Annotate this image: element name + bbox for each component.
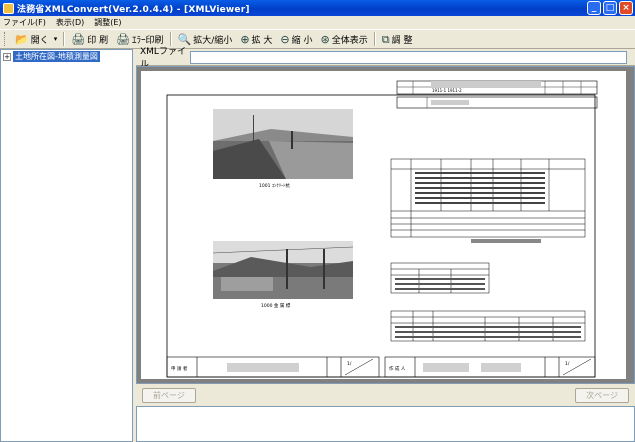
right-footer-label: 作 成 人 <box>389 365 406 372</box>
title-bar: 法務省XMLConvert(Ver.2.0.4.4) - [XMLViewer]… <box>0 0 635 16</box>
zoom-in-label: 拡 大 <box>251 35 273 46</box>
photo-2-caption: 1000 金 属 標 <box>261 302 291 309</box>
left-footer-label: 申 請 者 <box>171 365 188 372</box>
photo-1-caption: 1001 ｺﾝｸﾘｰﾄ杭 <box>259 182 290 189</box>
toolbar-grip[interactable] <box>4 32 7 46</box>
toolbar-separator <box>63 32 66 46</box>
table-note <box>471 239 541 243</box>
blurred-text <box>431 100 469 105</box>
maximize-button[interactable]: □ <box>603 1 617 15</box>
menu-file[interactable]: ファイル(F) <box>3 17 46 28</box>
full-view-label: 全体表示 <box>331 35 368 46</box>
window-title: 法務省XMLConvert(Ver.2.0.4.4) - [XMLViewer] <box>17 4 250 15</box>
page-nav-bar: 前ページ 次ページ <box>136 384 635 406</box>
document-drawing: 1911-1 1911-2 1001 ｺﾝｸﾘｰﾄ杭 1000 金 属 標 申 … <box>166 80 598 378</box>
print-button[interactable]: 🖨 印 刷 <box>67 31 112 47</box>
menu-bar: ファイル(F) 表示(D) 調整(E) <box>0 16 635 29</box>
scale-right: 1/ <box>565 361 570 367</box>
blurred-text <box>423 363 469 372</box>
zoom-out-label: 縮 小 <box>291 35 313 46</box>
folder-open-icon: 📂 <box>15 32 29 46</box>
error-printer-icon: 🖨 <box>116 32 131 46</box>
printer-icon: 🖨 <box>71 32 86 46</box>
expand-icon[interactable]: + <box>3 52 11 61</box>
blurred-text <box>227 363 299 372</box>
toolbar: 📂 開く ▾ 🖨 印 刷 🖨 ｴﾗｰ印刷 🔍 拡大/縮小 ⊕ 拡 大 ⊖ 縮 小… <box>0 29 635 49</box>
photo-1 <box>213 109 353 179</box>
close-button[interactable]: × <box>619 1 633 15</box>
adjust-label: 調 整 <box>391 35 413 46</box>
document-page: 1911-1 1911-2 1001 ｺﾝｸﾘｰﾄ杭 1000 金 属 標 申 … <box>141 71 626 379</box>
next-page-button[interactable]: 次ページ <box>575 387 629 403</box>
full-view-icon: ⊛ <box>320 32 330 46</box>
zoom-out-icon: ⊖ <box>280 32 290 46</box>
tree-item[interactable]: + 土地所在図-地積測量図 <box>1 51 132 62</box>
adjust-button[interactable]: ⧉ 調 整 <box>378 31 417 47</box>
tree-pane: + 土地所在図-地積測量図 <box>0 49 133 442</box>
menu-adjust[interactable]: 調整(E) <box>94 17 121 28</box>
message-area <box>136 406 635 442</box>
xml-file-field[interactable] <box>190 50 627 64</box>
coordinate-rows <box>415 172 545 204</box>
blurred-text <box>481 363 521 372</box>
photo-2 <box>212 241 354 299</box>
blurred-text <box>431 81 541 86</box>
open-button[interactable]: 📂 開く ▾ <box>11 31 61 47</box>
adjust-icon: ⧉ <box>381 32 390 46</box>
tree-item-label[interactable]: 土地所在図-地積測量図 <box>13 51 100 62</box>
app-icon <box>3 2 14 14</box>
document-viewer[interactable]: 1911-1 1911-2 1001 ｺﾝｸﾘｰﾄ杭 1000 金 属 標 申 … <box>136 66 635 384</box>
right-top-code: 1911-1 1911-2 <box>432 88 462 93</box>
magnifier-icon: 🔍 <box>177 32 192 46</box>
file-bar: XMLファイル <box>136 47 635 70</box>
dropdown-arrow-icon[interactable]: ▾ <box>54 35 58 43</box>
open-label: 開く <box>30 35 49 46</box>
prev-page-button[interactable]: 前ページ <box>142 387 196 403</box>
scale-left: 1/ <box>347 361 352 367</box>
minimize-button[interactable]: _ <box>587 1 601 15</box>
zoom-fit-label: 拡大/縮小 <box>193 35 233 46</box>
zoom-out-button[interactable]: ⊖ 縮 小 <box>276 31 316 47</box>
full-view-button[interactable]: ⊛ 全体表示 <box>317 31 372 47</box>
print-label: 印 刷 <box>87 35 109 46</box>
zoom-in-button[interactable]: ⊕ 拡 大 <box>236 31 276 47</box>
toolbar-separator <box>373 32 376 46</box>
menu-view[interactable]: 表示(D) <box>56 17 84 28</box>
zoom-in-icon: ⊕ <box>240 32 250 46</box>
